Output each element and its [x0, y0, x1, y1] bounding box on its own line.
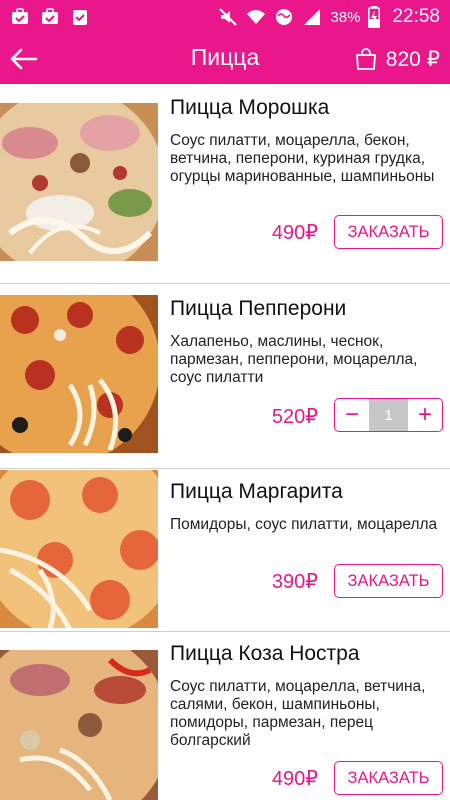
quantity-value: 1 — [369, 399, 408, 431]
product-photo — [0, 650, 158, 800]
globe-icon — [276, 9, 293, 25]
shopping-bag-icon — [355, 48, 376, 70]
product-description: Соус пилатти, моцарелла, бекон, ветчина,… — [170, 132, 435, 185]
product-price: 520₽ — [271, 406, 318, 428]
decrease-button[interactable]: − — [335, 399, 369, 431]
briefcase-check-icon — [12, 8, 28, 24]
product-card[interactable]: Пицца Коза Ностра Соус пилатти, моцарелл… — [0, 632, 450, 800]
notification-icons — [10, 7, 90, 27]
battery-percent: 38% — [330, 8, 361, 26]
product-list[interactable]: Пицца Морошка Соус пилатти, моцарелла, б… — [0, 84, 450, 800]
product-name: Пицца Маргарита — [170, 480, 343, 503]
briefcase-check-icon — [42, 8, 58, 24]
product-card[interactable]: Пицца Маргарита Помидоры, соус пилатти, … — [0, 469, 450, 631]
order-button[interactable]: ЗАКАЗАТЬ — [334, 564, 443, 598]
product-name: Пицца Коза Ностра — [170, 642, 360, 665]
quantity-stepper[interactable]: − 1 + — [334, 398, 443, 432]
product-price: 490₽ — [271, 768, 318, 790]
product-name: Пицца Пепперони — [170, 297, 347, 320]
product-name: Пицца Морошка — [170, 96, 330, 119]
product-description: Халапеньо, маслины, чеснок, пармезан, пе… — [170, 333, 418, 386]
signal-icon — [304, 9, 321, 25]
product-price: 490₽ — [271, 222, 318, 244]
app-bar: Пицца 820 ₽ — [0, 34, 450, 84]
product-photo — [0, 295, 158, 453]
status-bar: 38% 22:58 — [0, 0, 450, 34]
wifi-icon — [247, 10, 266, 24]
battery-charging-icon — [368, 6, 381, 28]
product-card[interactable]: Пицца Морошка Соус пилатти, моцарелла, б… — [0, 84, 450, 283]
product-price: 390₽ — [271, 571, 318, 593]
status-time: 22:58 — [392, 6, 440, 27]
product-description: Соус пилатти, моцарелла, ветчина, салями… — [170, 678, 426, 749]
order-button[interactable]: ЗАКАЗАТЬ — [334, 761, 443, 795]
order-button[interactable]: ЗАКАЗАТЬ — [334, 215, 443, 249]
product-description: Помидоры, соус пилатти, моцарелла — [170, 516, 438, 533]
mute-icon — [219, 8, 238, 26]
increase-button[interactable]: + — [408, 399, 442, 431]
cart-button[interactable]: 820 ₽ — [354, 42, 440, 76]
product-photo — [0, 103, 158, 261]
product-card[interactable]: Пицца Пепперони Халапеньо, маслины, чесн… — [0, 284, 450, 468]
cart-total: 820 ₽ — [385, 47, 440, 71]
product-photo — [0, 470, 158, 628]
clipboard-check-icon — [73, 10, 87, 25]
